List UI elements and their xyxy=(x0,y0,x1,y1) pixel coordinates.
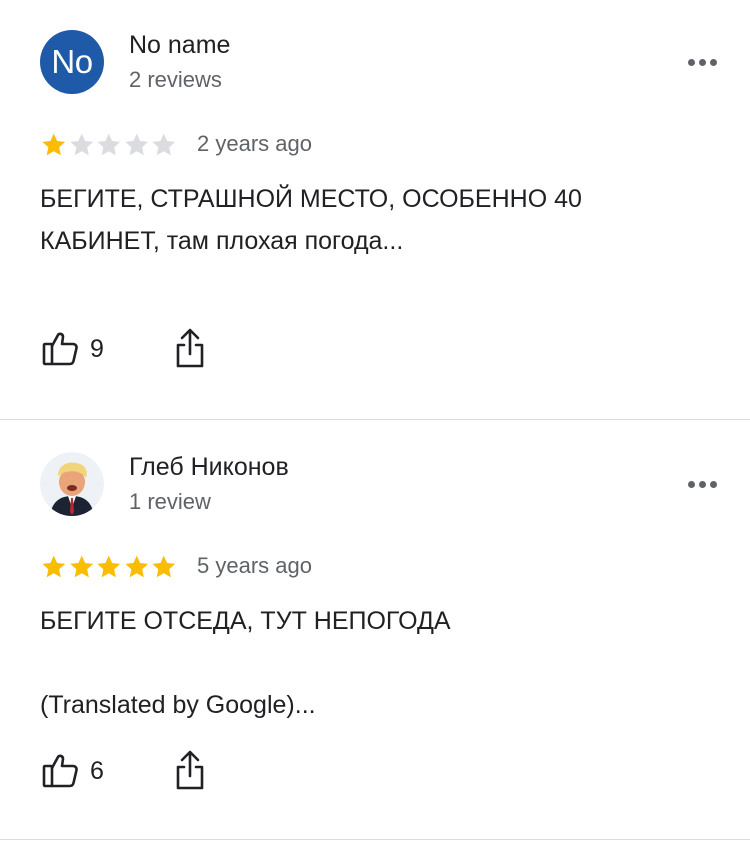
more-dots-icon xyxy=(687,480,695,488)
star-filled-icon xyxy=(42,555,66,578)
review-text[interactable]: БЕГИТЕ ОТСЕДА, ТУТ НЕПОГОДА (Translated … xyxy=(40,600,700,726)
reviewer-name[interactable]: Глеб Никонов xyxy=(129,453,289,482)
more-options-button[interactable] xyxy=(680,472,724,496)
avatar-initials: No xyxy=(40,30,104,94)
star-rating xyxy=(40,554,178,580)
star-filled-icon xyxy=(42,133,66,156)
reviewer-review-count: 1 review xyxy=(129,489,211,514)
more-dots-icon xyxy=(687,58,695,66)
star-filled-icon xyxy=(69,555,93,578)
like-button[interactable]: 9 xyxy=(40,329,104,369)
like-button[interactable]: 6 xyxy=(40,751,104,791)
more-options-button[interactable] xyxy=(680,50,724,74)
more-dots-icon xyxy=(709,480,717,488)
profile-photo xyxy=(40,452,104,516)
share-button[interactable] xyxy=(171,749,209,791)
star-filled-icon xyxy=(152,555,176,578)
star-empty-icon xyxy=(124,133,148,156)
share-icon xyxy=(176,750,204,790)
more-dots-icon xyxy=(709,58,717,66)
star-empty-icon xyxy=(97,133,121,156)
thumbs-up-icon xyxy=(42,332,78,366)
avatar[interactable]: No xyxy=(40,30,104,94)
review-card: No No name 2 reviews 2 years ago БЕГИТЕ,… xyxy=(0,0,750,420)
like-count: 9 xyxy=(90,334,104,363)
star-empty-icon xyxy=(69,133,93,156)
share-button[interactable] xyxy=(171,327,209,369)
star-filled-icon xyxy=(97,555,121,578)
like-count: 6 xyxy=(90,756,104,785)
review-time: 5 years ago xyxy=(197,553,312,578)
review-time: 2 years ago xyxy=(197,131,312,156)
star-rating xyxy=(40,132,178,158)
reviewer-review-count: 2 reviews xyxy=(129,67,222,92)
star-filled-icon xyxy=(124,555,148,578)
reviewer-name[interactable]: No name xyxy=(129,31,230,60)
review-text[interactable]: БЕГИТЕ, СТРАШНОЙ МЕСТО, ОСОБЕННО 40 КАБИ… xyxy=(40,178,700,262)
star-empty-icon xyxy=(152,133,176,156)
more-dots-icon xyxy=(698,58,706,66)
share-icon xyxy=(176,328,204,368)
more-dots-icon xyxy=(698,480,706,488)
review-card: Глеб Никонов 1 review 5 years ago БЕГИТЕ… xyxy=(0,420,750,840)
thumbs-up-icon xyxy=(42,754,78,788)
avatar[interactable] xyxy=(40,452,104,516)
